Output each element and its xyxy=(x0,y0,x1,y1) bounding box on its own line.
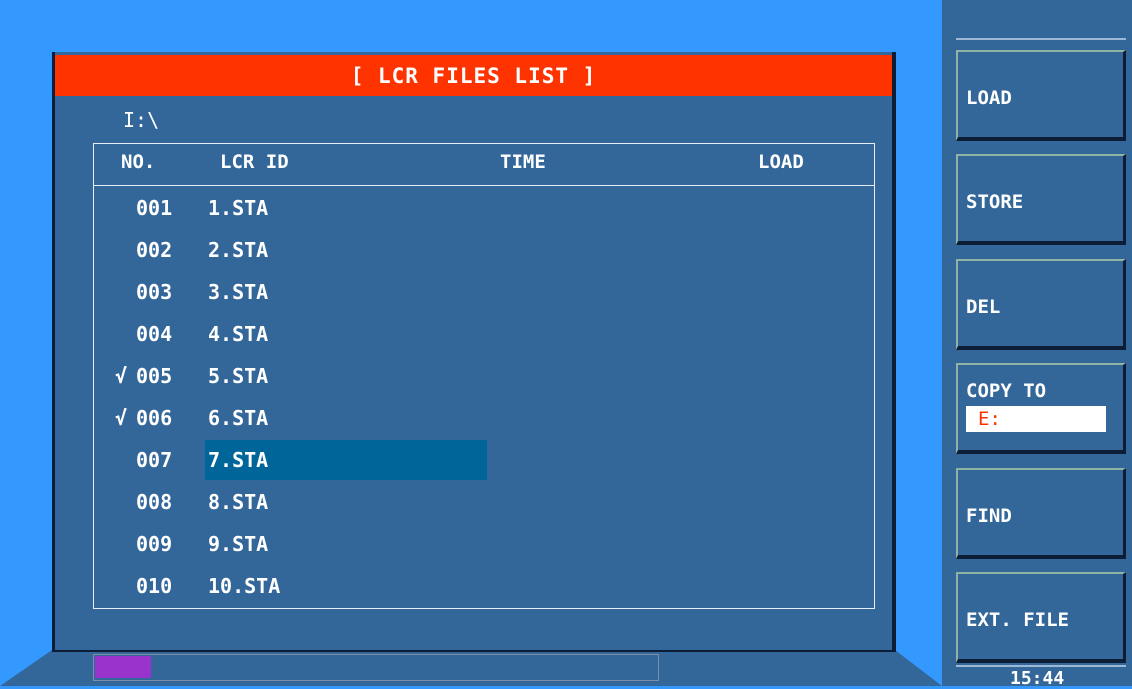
id-cell[interactable]: 8.STA xyxy=(205,482,487,522)
load-button-label: LOAD xyxy=(966,87,1012,109)
row-lcr-id: 8.STA xyxy=(208,490,269,514)
row-number: 005 xyxy=(136,364,173,388)
external-file-button-label: EXT. FILE xyxy=(966,609,1069,631)
load-button[interactable]: LOAD xyxy=(956,50,1126,141)
page-title: [ LCR FILES LIST ] xyxy=(55,55,892,96)
table-row[interactable]: 010 10.STA xyxy=(94,566,874,606)
column-header-time: TIME xyxy=(500,151,546,173)
id-cell[interactable]: 4.STA xyxy=(205,314,487,354)
id-cell[interactable]: 3.STA xyxy=(205,272,487,312)
store-button-label: STORE xyxy=(966,191,1024,213)
lcr-file-manager-screen: [ LCR FILES LIST ] I:\ NO. LCR ID TIME L… xyxy=(0,0,1132,689)
current-path: I:\ xyxy=(123,108,160,132)
row-number: 004 xyxy=(136,322,173,346)
row-lcr-id: 5.STA xyxy=(208,364,269,388)
row-lcr-id: 2.STA xyxy=(208,238,269,262)
selected-cell[interactable]: 7.STA xyxy=(205,440,487,480)
find-button[interactable]: FIND xyxy=(956,468,1126,559)
column-header-lcr-id: LCR ID xyxy=(220,151,289,173)
row-number: 002 xyxy=(136,238,173,262)
id-cell[interactable]: 6.STA xyxy=(205,398,487,438)
row-number: 008 xyxy=(136,490,173,514)
row-lcr-id: 7.STA xyxy=(208,448,269,472)
scroll-progress-track xyxy=(93,654,659,681)
row-lcr-id: 3.STA xyxy=(208,280,269,304)
panel-frame-bottom xyxy=(52,650,896,652)
external-file-button[interactable]: EXT. FILE xyxy=(956,572,1126,663)
id-cell[interactable]: 2.STA xyxy=(205,230,487,270)
panel-frame-right xyxy=(892,52,896,652)
row-lcr-id: 9.STA xyxy=(208,532,269,556)
table-row[interactable]: 009 9.STA xyxy=(94,524,874,564)
row-number: 003 xyxy=(136,280,173,304)
column-header-no: NO. xyxy=(121,151,156,173)
copy-to-button[interactable]: COPY TO E: xyxy=(956,363,1126,454)
panel-frame-left xyxy=(52,52,55,652)
row-check-mark: √ xyxy=(115,364,128,388)
table-row[interactable]: 004 4.STA xyxy=(94,314,874,354)
table-row[interactable]: 002 2.STA xyxy=(94,230,874,270)
table-row[interactable]: 001 1.STA xyxy=(94,188,874,228)
delete-button[interactable]: DEL xyxy=(956,259,1126,350)
table-row[interactable]: 008 8.STA xyxy=(94,482,874,522)
row-number: 009 xyxy=(136,532,173,556)
table-row[interactable]: 003 3.STA xyxy=(94,272,874,312)
id-cell[interactable]: 9.STA xyxy=(205,524,487,564)
clock-divider xyxy=(956,665,1126,667)
table-row[interactable]: √ 005 5.STA xyxy=(94,356,874,396)
list-header-divider xyxy=(93,185,875,186)
row-number: 007 xyxy=(136,448,173,472)
row-number: 001 xyxy=(136,196,173,220)
store-button[interactable]: STORE xyxy=(956,154,1126,245)
column-header-load: LOAD xyxy=(758,151,804,173)
delete-button-label: DEL xyxy=(966,296,1001,318)
row-lcr-id: 6.STA xyxy=(208,406,269,430)
row-lcr-id: 4.STA xyxy=(208,322,269,346)
row-lcr-id: 1.STA xyxy=(208,196,269,220)
table-row[interactable]: 007 7.STA xyxy=(94,440,874,480)
row-lcr-id: 10.STA xyxy=(208,574,281,598)
copy-to-drive-field[interactable]: E: xyxy=(966,406,1106,432)
softkey-panel-top-line xyxy=(956,38,1126,40)
id-cell[interactable]: 10.STA xyxy=(205,566,487,606)
copy-to-button-label: COPY TO xyxy=(966,380,1047,402)
scroll-progress-fill xyxy=(95,656,151,678)
row-number: 006 xyxy=(136,406,173,430)
row-check-mark: √ xyxy=(115,406,128,430)
table-row[interactable]: √ 006 6.STA xyxy=(94,398,874,438)
id-cell[interactable]: 1.STA xyxy=(205,188,487,228)
id-cell[interactable]: 5.STA xyxy=(205,356,487,396)
row-number: 010 xyxy=(136,574,173,598)
find-button-label: FIND xyxy=(966,505,1012,527)
